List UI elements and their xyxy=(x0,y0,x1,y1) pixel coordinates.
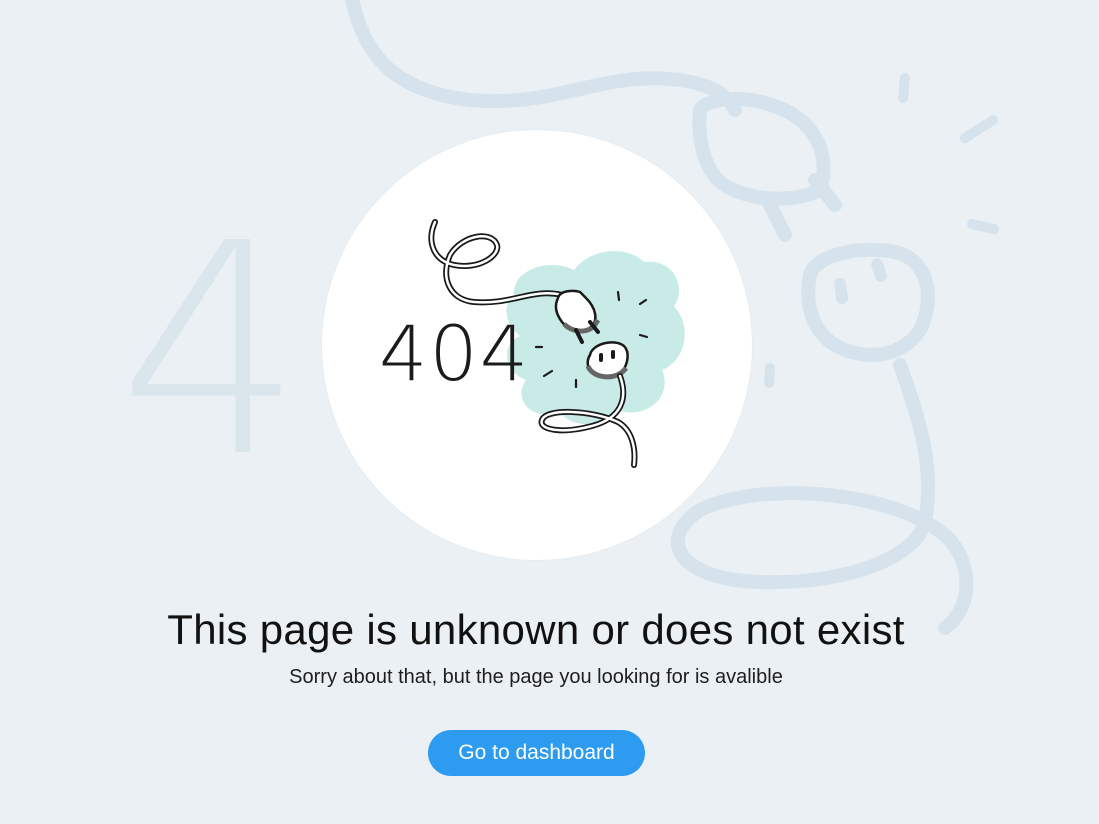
splash-shape xyxy=(506,251,685,425)
page-subtitle: Sorry about that, but the page you looki… xyxy=(289,666,783,688)
illustration-circle: 404 xyxy=(321,129,753,561)
page-title: This page is unknown or does not exist xyxy=(167,606,905,653)
go-to-dashboard-button[interactable]: Go to dashboard xyxy=(428,730,645,776)
error-code: 404 xyxy=(379,309,531,398)
